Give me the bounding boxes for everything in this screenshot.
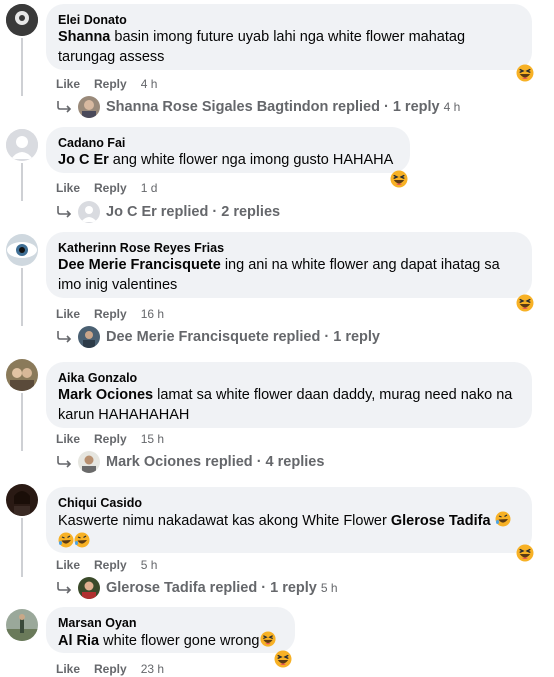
view-replies-link[interactable]: Glerose Tadifa replied · 1 reply 5 h — [56, 577, 338, 599]
view-replies-link[interactable]: Jo C Er replied · 2 replies — [56, 201, 280, 223]
comment-time[interactable]: 4 h — [141, 77, 158, 91]
reply-button[interactable]: Reply — [94, 307, 127, 321]
mention-link[interactable]: Mark Ociones — [58, 387, 153, 403]
reply-arrow-icon — [57, 100, 71, 113]
comment-actions: Like Reply 1 d — [56, 180, 157, 196]
comment-bubble: Elei Donato Shanna basin imong future uy… — [46, 4, 532, 70]
comment-actions: Like Reply 23 h — [56, 661, 164, 677]
reply-button[interactable]: Reply — [94, 181, 127, 195]
comment: Chiqui Casido Kaswerte nimu nakadawat ka… — [0, 480, 554, 605]
laughing-emoji-icon — [516, 294, 534, 312]
like-button[interactable]: Like — [56, 432, 80, 446]
like-button[interactable]: Like — [56, 307, 80, 321]
comment-actions: Like Reply 5 h — [56, 557, 157, 573]
mention-link[interactable]: Al Ria — [58, 633, 99, 649]
comment: Cadano Fai Jo C Er ang white flower nga … — [0, 125, 554, 235]
like-button[interactable]: Like — [56, 77, 80, 91]
comment-bubble: Chiqui Casido Kaswerte nimu nakadawat ka… — [46, 487, 532, 553]
rofl-emoji-icon — [73, 531, 91, 548]
rofl-emoji-icon — [57, 531, 75, 548]
like-button[interactable]: Like — [56, 558, 80, 572]
comment-text: basin imong future uyab lahi nga white f… — [58, 29, 466, 65]
laughing-emoji-icon — [259, 630, 276, 648]
photo-avatar-icon — [6, 609, 38, 641]
comment-text: Kaswerte nimu nakadawat kas akong White … — [58, 513, 387, 529]
reply-arrow-icon — [57, 205, 71, 218]
photo-avatar-icon — [6, 359, 38, 391]
comment-time[interactable]: 15 h — [141, 432, 164, 446]
reply-button[interactable]: Reply — [94, 77, 127, 91]
mention-link[interactable]: Dee Merie Francisquete — [58, 257, 221, 273]
like-button[interactable]: Like — [56, 181, 80, 195]
comment-author[interactable]: Cadano Fai — [58, 135, 398, 151]
comment-text: ang white flower nga imong gusto HAHAHA — [112, 152, 394, 168]
avatar[interactable] — [6, 4, 38, 36]
avatar[interactable] — [6, 609, 38, 641]
comment-author[interactable]: Elei Donato — [58, 12, 520, 28]
thread-line — [21, 268, 23, 326]
thread-line — [21, 38, 23, 96]
default-avatar-icon — [6, 129, 38, 161]
mention-link[interactable]: Jo C Er — [58, 152, 109, 168]
reply-button[interactable]: Reply — [94, 432, 127, 446]
mention-link[interactable]: Shanna — [58, 29, 110, 45]
comment-bubble: Marsan Oyan Al Ria white flower gone wro… — [46, 607, 295, 653]
replier-avatar — [78, 577, 100, 599]
comment: Aika Gonzalo Mark Ociones lamat sa white… — [0, 355, 554, 480]
comment-author[interactable]: Aika Gonzalo — [58, 370, 520, 386]
replier-avatar — [78, 201, 100, 223]
avatar[interactable] — [6, 359, 38, 391]
reply-arrow-icon — [57, 455, 71, 468]
avatar[interactable] — [6, 129, 38, 161]
thread-line — [21, 393, 23, 451]
comment-author[interactable]: Katherinn Rose Reyes Frias — [58, 240, 520, 256]
reply-arrow-icon — [57, 330, 71, 343]
comment-text: white flower gone wrong — [103, 633, 260, 649]
comment: Marsan Oyan Al Ria white flower gone wro… — [0, 605, 554, 676]
comment-time[interactable]: 5 h — [141, 558, 158, 572]
laughing-emoji-icon — [274, 650, 292, 668]
avatar[interactable] — [6, 484, 38, 516]
replier-avatar — [78, 326, 100, 348]
reply-button[interactable]: Reply — [94, 558, 127, 572]
laughing-emoji-icon — [516, 64, 534, 82]
comment: Elei Donato Shanna basin imong future uy… — [0, 0, 554, 125]
comment-time[interactable]: 1 d — [141, 181, 158, 195]
view-replies-link[interactable]: Dee Merie Francisquete replied · 1 reply — [56, 326, 380, 348]
replier-avatar — [78, 96, 100, 118]
comment: Katherinn Rose Reyes Frias Dee Merie Fra… — [0, 230, 554, 355]
comment-author[interactable]: Marsan Oyan — [58, 615, 283, 631]
rofl-emoji-icon — [494, 510, 511, 528]
laughing-emoji-icon — [390, 170, 408, 188]
laughing-emoji-icon — [516, 544, 534, 562]
comment-bubble: Aika Gonzalo Mark Ociones lamat sa white… — [46, 362, 532, 428]
view-replies-link[interactable]: Shanna Rose Sigales Bagtindon replied · … — [56, 96, 460, 118]
thread-line — [21, 163, 23, 201]
photo-avatar-icon — [6, 484, 38, 516]
view-replies-link[interactable]: Mark Ociones replied · 4 replies — [56, 451, 324, 473]
mention-link[interactable]: Glerose Tadifa — [391, 513, 491, 529]
comment-actions: Like Reply 16 h — [56, 306, 164, 322]
comment-actions: Like Reply 15 h — [56, 431, 164, 447]
reply-button[interactable]: Reply — [94, 662, 127, 676]
avatar[interactable] — [6, 234, 38, 266]
thread-line — [21, 518, 23, 577]
comment-time[interactable]: 16 h — [141, 307, 164, 321]
comment-bubble: Katherinn Rose Reyes Frias Dee Merie Fra… — [46, 232, 532, 298]
comment-author[interactable]: Chiqui Casido — [58, 495, 520, 511]
comment-time[interactable]: 23 h — [141, 662, 164, 676]
like-button[interactable]: Like — [56, 662, 80, 676]
reply-arrow-icon — [57, 581, 71, 594]
replier-avatar — [78, 451, 100, 473]
avatar-icon — [6, 4, 38, 36]
comment-actions: Like Reply 4 h — [56, 76, 157, 92]
eye-avatar-icon — [6, 234, 38, 266]
comment-bubble: Cadano Fai Jo C Er ang white flower nga … — [46, 127, 410, 173]
